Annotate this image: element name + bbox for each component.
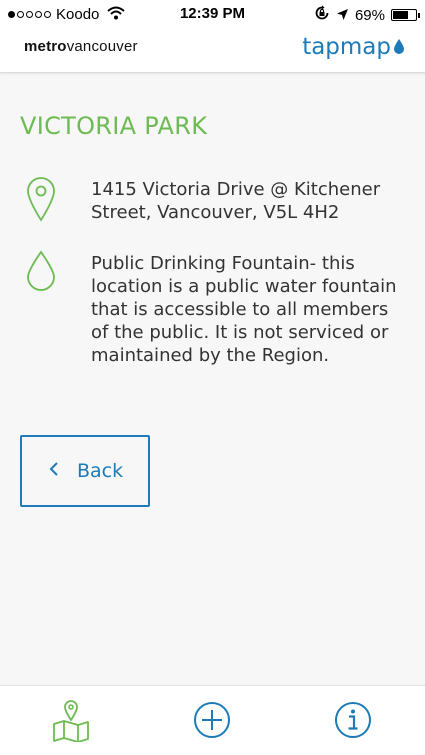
tab-info[interactable] <box>331 700 375 744</box>
map-pin-icon <box>26 176 56 226</box>
description-text: Public Drinking Fountain- this location … <box>91 253 397 366</box>
info-circle-icon <box>333 700 373 744</box>
status-right: 69% <box>314 5 420 25</box>
app-header: metrovancouver tapmap <box>0 30 425 73</box>
plus-circle-icon <box>192 700 232 744</box>
tab-bar <box>0 685 425 755</box>
tapmap-logo: tapmap <box>302 34 405 60</box>
back-button-label: Back <box>77 460 124 482</box>
battery-level <box>393 11 409 19</box>
tab-map[interactable] <box>49 700 93 744</box>
chevron-left-icon <box>49 461 59 481</box>
back-button[interactable]: Back <box>20 435 150 507</box>
tab-add[interactable] <box>190 700 234 744</box>
address-text: 1415 Victoria Drive @ Kitchener Street, … <box>91 179 381 223</box>
metro-vancouver-logo: metrovancouver <box>24 38 138 55</box>
status-bar: Koodo 12:39 PM 69% <box>0 0 425 30</box>
location-arrow-icon <box>336 6 349 25</box>
app-name: tapmap <box>302 34 391 60</box>
rotation-lock-icon <box>314 5 330 25</box>
water-drop-icon <box>391 34 405 60</box>
screen: Koodo 12:39 PM 69% metrovancouver tapmap… <box>0 0 425 755</box>
map-icon <box>51 698 91 746</box>
water-drop-outline-icon <box>26 250 56 296</box>
battery-percent: 69% <box>354 6 385 24</box>
page-title: VICTORIA PARK <box>20 112 208 140</box>
battery-icon <box>391 9 420 21</box>
